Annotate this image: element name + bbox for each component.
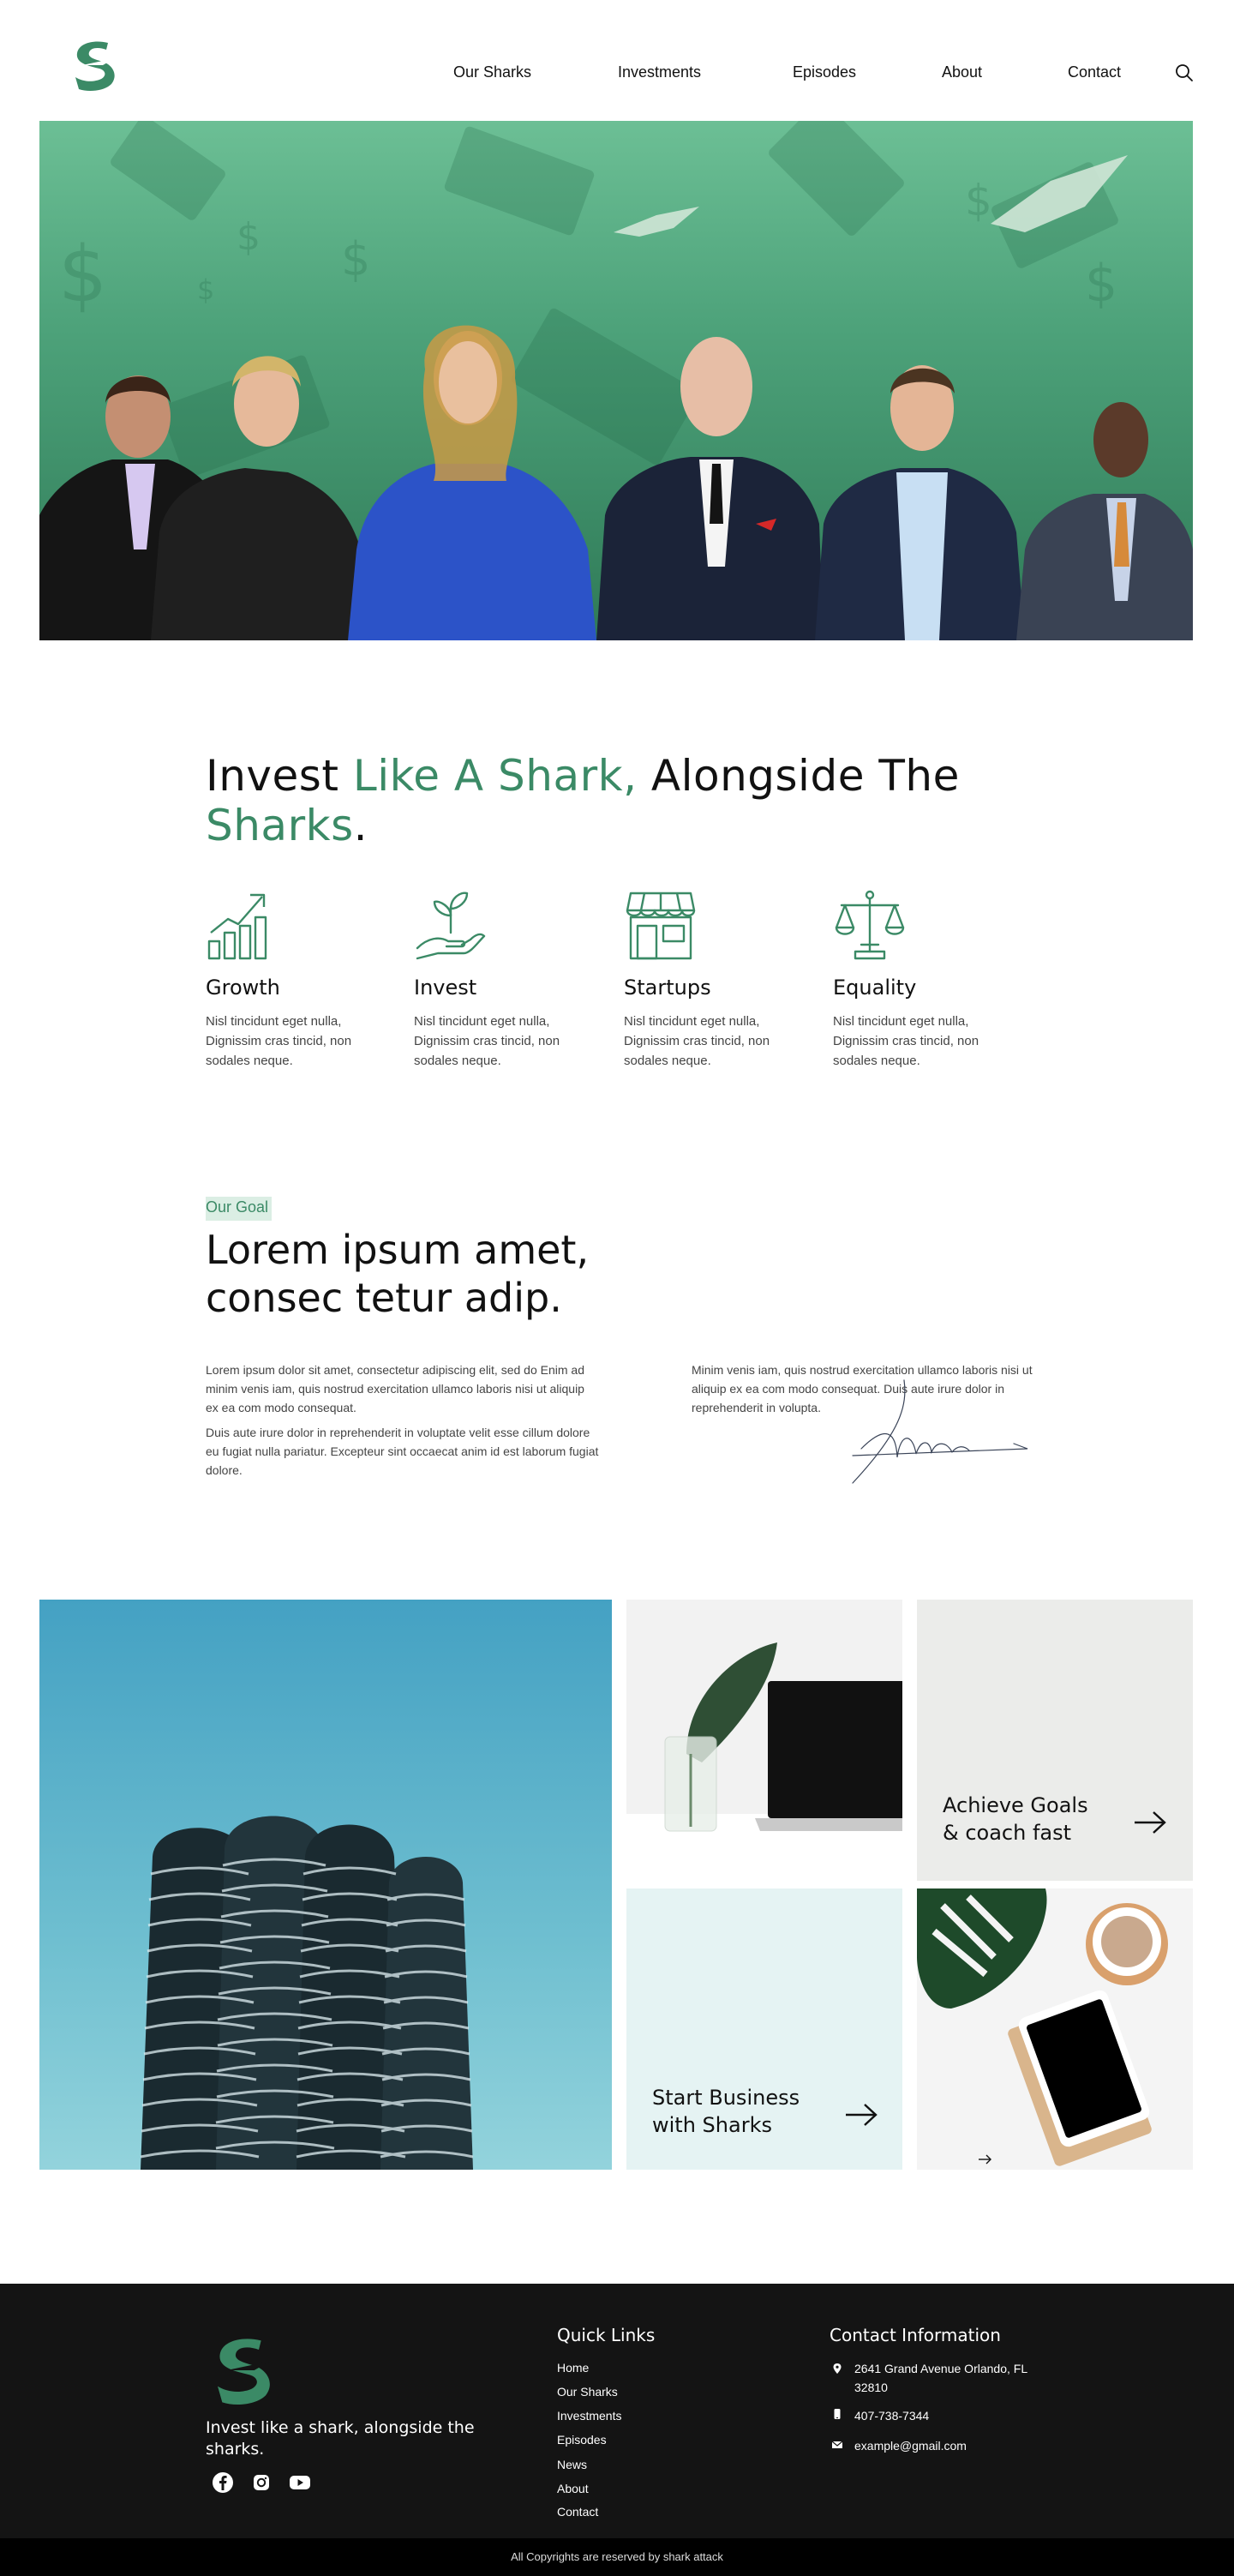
feature-equality: Equality Nisl tincidunt eget nulla, Dign… (833, 888, 1021, 1071)
feature-growth: Growth Nisl tincidunt eget nulla, Dignis… (206, 888, 394, 1071)
feature-invest: Invest Nisl tincidunt eget nulla, Dignis… (414, 888, 602, 1071)
goal-paragraph: Duis aute irure dolor in reprehenderit i… (206, 1426, 599, 1477)
feature-text: Nisl tincidunt eget nulla, Dignissim cra… (833, 1014, 979, 1068)
headline-period: . (353, 801, 368, 850)
svg-text:$: $ (58, 230, 107, 320)
feature-title: Invest (414, 976, 477, 1000)
youtube-icon[interactable] (288, 2471, 312, 2495)
headline-text: Alongside The (637, 751, 960, 801)
svg-text:$: $ (197, 273, 214, 306)
nav-investments[interactable]: Investments (618, 63, 701, 81)
nav-episodes[interactable]: Episodes (793, 63, 856, 81)
goal-title-line: consec tetur adip. (206, 1275, 562, 1321)
svg-text:$: $ (341, 232, 370, 286)
page-headline: Invest Like A Shark, Alongside The Shark… (206, 751, 977, 850)
headline-accent: Sharks (206, 801, 354, 850)
headline-text: Invest (206, 751, 353, 801)
contact-address: 2641 Grand Avenue Orlando, FL 32810 (854, 2362, 1027, 2394)
sharks-group-illustration: $ $ $ $ $ $ (39, 121, 1193, 640)
footer-link-about[interactable]: About (557, 2482, 589, 2495)
storefront-icon (626, 892, 696, 960)
feature-text: Nisl tincidunt eget nulla, Dignissim cra… (414, 1014, 560, 1068)
site-footer: Invest like a shark, alongside the shark… (0, 2284, 1234, 2576)
laptop-plant-photo (626, 1600, 902, 1881)
footer-link-investments[interactable]: Investments (557, 2409, 621, 2423)
tile-heading: Achieve Goals & coach fast (943, 1792, 1088, 1846)
copyright-bar: All Copyrights are reserved by shark att… (0, 2538, 1234, 2576)
growth-chart-icon (207, 893, 267, 960)
svg-text:$: $ (965, 176, 992, 225)
quick-links-heading: Quick Links (557, 2325, 656, 2345)
search-icon[interactable] (1174, 63, 1195, 83)
plant-hand-icon (416, 892, 486, 960)
feature-title: Growth (206, 976, 280, 1000)
footer-link-home[interactable]: Home (557, 2361, 589, 2375)
feature-text: Nisl tincidunt eget nulla, Dignissim cra… (624, 1014, 770, 1068)
footer-link-news[interactable]: News (557, 2458, 587, 2471)
tile-heading-line: with Sharks (652, 2113, 772, 2137)
email-icon (831, 2441, 843, 2448)
shark-logo-icon[interactable] (211, 2330, 279, 2411)
scales-icon (835, 890, 905, 960)
nav-about[interactable]: About (942, 63, 982, 81)
footer-link-contact[interactable]: Contact (557, 2505, 598, 2519)
laptop-plant-illustration (626, 1642, 902, 1881)
feature-title: Equality (833, 976, 917, 1000)
facebook-icon[interactable] (211, 2471, 235, 2495)
instagram-icon[interactable] (249, 2471, 273, 2495)
contact-phone[interactable]: 407-738-7344 (854, 2406, 1060, 2425)
tablet-coffee-photo[interactable] (917, 1888, 1193, 2170)
goal-paragraph: Lorem ipsum dolor sit amet, consectetur … (206, 1363, 584, 1414)
tile-heading: Start Business with Sharks (652, 2084, 800, 2139)
tablet-coffee-illustration (917, 1888, 1168, 2166)
map-pin-icon (833, 2363, 842, 2374)
tile-heading-line: Achieve Goals (943, 1793, 1088, 1817)
tile-heading-line: Start Business (652, 2086, 800, 2110)
feature-text: Nisl tincidunt eget nulla, Dignissim cra… (206, 1014, 352, 1068)
goal-title: Lorem ipsum amet, consec tetur adip. (206, 1226, 720, 1322)
site-header: Our Sharks Investments Episodes About Co… (0, 0, 1234, 120)
arrow-right-icon[interactable] (1135, 1810, 1167, 1834)
nav-our-sharks[interactable]: Our Sharks (453, 63, 531, 81)
contact-email[interactable]: example@gmail.com (854, 2436, 1060, 2455)
signature-image (852, 1379, 1028, 1484)
start-business-tile[interactable]: Start Business with Sharks (626, 1888, 902, 2170)
main-nav: Our Sharks Investments Episodes About Co… (0, 63, 1234, 84)
building-illustration (140, 1816, 474, 2170)
feature-title: Startups (624, 976, 711, 1000)
arrow-right-icon[interactable] (979, 2154, 992, 2165)
svg-text:$: $ (237, 215, 261, 259)
phone-icon (834, 2409, 841, 2419)
headline-accent: Like A Shark, (352, 751, 638, 801)
footer-tagline: Invest like a shark, alongside the shark… (206, 2418, 475, 2459)
footer-link-episodes[interactable]: Episodes (557, 2433, 607, 2447)
tile-heading-line: & coach fast (943, 1821, 1072, 1845)
contact-info-heading: Contact Information (830, 2325, 1001, 2345)
achieve-goals-tile[interactable]: Achieve Goals & coach fast (917, 1600, 1193, 1881)
footer-link-our-sharks[interactable]: Our Sharks (557, 2385, 618, 2399)
nav-contact[interactable]: Contact (1068, 63, 1121, 81)
goal-tag: Our Goal (206, 1197, 273, 1221)
arrow-right-icon[interactable] (846, 2103, 878, 2127)
feature-startups: Startups Nisl tincidunt eget nulla, Dign… (624, 888, 812, 1071)
hero-banner-image: $ $ $ $ $ $ (39, 121, 1193, 640)
svg-text:$: $ (1085, 254, 1117, 314)
building-photo (39, 1600, 612, 2170)
goal-title-line: Lorem ipsum amet, (206, 1227, 590, 1273)
